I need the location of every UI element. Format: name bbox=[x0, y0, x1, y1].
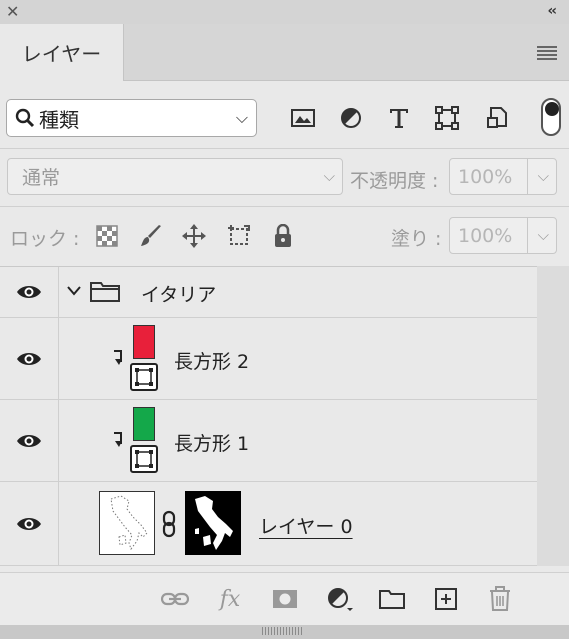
panel-topbar: ✕ ‹‹ bbox=[0, 0, 569, 24]
lock-transparency-icon[interactable] bbox=[94, 223, 120, 249]
link-layers-icon[interactable] bbox=[161, 586, 189, 612]
panel-menu-icon[interactable] bbox=[537, 46, 557, 62]
close-icon[interactable]: ✕ bbox=[6, 3, 19, 21]
adjustment-filter-icon[interactable] bbox=[338, 105, 364, 131]
new-adjustment-icon[interactable] bbox=[326, 586, 354, 612]
lock-row: ロック : 塗り : 100% ⌵ bbox=[0, 206, 569, 266]
lock-label: ロック : bbox=[10, 228, 80, 250]
eye-icon bbox=[17, 352, 41, 365]
opacity-label: 不透明度 : bbox=[350, 170, 439, 192]
eye-icon bbox=[17, 286, 41, 298]
filter-kind-select[interactable]: 種類 ⌵ bbox=[6, 99, 257, 137]
blend-mode-select[interactable]: 通常 ⌵ bbox=[7, 158, 343, 195]
tab-layers[interactable]: レイヤー bbox=[0, 24, 124, 81]
layer-row-rectangle-2[interactable]: 長方形 2 bbox=[0, 318, 537, 400]
chevron-down-icon[interactable]: ⌵ bbox=[538, 226, 549, 244]
layers-list: イタリア 長方形 2 長方形 1 レイヤー 0 bbox=[0, 266, 537, 566]
layer-thumbnail bbox=[130, 325, 158, 393]
panel-resize-handle[interactable] bbox=[0, 625, 569, 639]
new-layer-icon[interactable] bbox=[432, 586, 460, 612]
layer-name[interactable]: 長方形 1 bbox=[174, 429, 249, 456]
image-filter-icon[interactable] bbox=[290, 105, 316, 131]
shape-layer-icon bbox=[130, 363, 158, 391]
clipping-mask-arrow-icon bbox=[114, 432, 122, 447]
clipping-mask-arrow-icon bbox=[114, 350, 122, 365]
eye-icon bbox=[17, 517, 41, 530]
layer-row-rectangle-1[interactable]: 長方形 1 bbox=[0, 400, 537, 482]
add-mask-icon[interactable] bbox=[271, 586, 299, 612]
layer-mask-thumbnail[interactable] bbox=[185, 491, 241, 555]
bottom-toolbar: fx bbox=[0, 572, 569, 625]
layer-thumbnail bbox=[99, 491, 155, 555]
layer-name[interactable]: イタリア bbox=[141, 280, 216, 307]
chevron-down-icon[interactable]: ⌵ bbox=[538, 167, 549, 185]
fill-field[interactable]: 100% ⌵ bbox=[449, 217, 557, 254]
layer-row-layer-0[interactable]: レイヤー 0 bbox=[0, 482, 537, 566]
collapse-panel-icon[interactable]: ‹‹ bbox=[547, 3, 556, 19]
lock-image-pixels-icon[interactable] bbox=[138, 223, 164, 249]
layer-row-group[interactable]: イタリア bbox=[0, 267, 537, 318]
layer-name[interactable]: 長方形 2 bbox=[174, 347, 249, 374]
color-swatch bbox=[133, 407, 155, 441]
type-filter-icon[interactable] bbox=[386, 105, 412, 131]
color-swatch bbox=[133, 325, 155, 359]
shape-filter-icon[interactable] bbox=[434, 105, 460, 131]
blend-row: 通常 ⌵ 不透明度 : 100% ⌵ bbox=[0, 148, 569, 206]
link-chain-icon[interactable] bbox=[161, 510, 177, 538]
fx-icon[interactable]: fx bbox=[216, 586, 244, 612]
layer-name[interactable]: レイヤー 0 bbox=[259, 512, 353, 539]
fill-value: 100% bbox=[458, 224, 513, 247]
tab-bar: レイヤー bbox=[0, 24, 569, 81]
folder-icon bbox=[90, 282, 120, 302]
chevron-down-icon: ⌵ bbox=[323, 167, 335, 185]
fx-label: fx bbox=[219, 586, 241, 612]
lock-artboard-icon[interactable] bbox=[226, 223, 252, 249]
filter-kind-label: 種類 bbox=[39, 107, 79, 132]
grip-icon bbox=[262, 627, 302, 635]
opacity-value: 100% bbox=[458, 165, 513, 188]
fill-label: 塗り : bbox=[391, 228, 442, 250]
lock-all-icon[interactable] bbox=[270, 223, 296, 249]
lock-position-icon[interactable] bbox=[181, 223, 207, 249]
opacity-field[interactable]: 100% ⌵ bbox=[449, 158, 557, 195]
visibility-toggle[interactable] bbox=[0, 400, 59, 481]
shape-layer-icon bbox=[130, 445, 158, 473]
toggle-knob bbox=[545, 102, 559, 116]
visibility-toggle[interactable] bbox=[0, 482, 59, 565]
layer-thumbnail bbox=[130, 407, 158, 475]
layers-scrollbar[interactable] bbox=[537, 266, 569, 566]
chevron-down-icon: ⌵ bbox=[235, 108, 248, 127]
smart-object-filter-icon[interactable] bbox=[484, 105, 510, 131]
visibility-toggle[interactable] bbox=[0, 267, 59, 317]
eye-icon bbox=[17, 434, 41, 447]
delete-icon[interactable] bbox=[486, 586, 514, 612]
visibility-toggle[interactable] bbox=[0, 318, 59, 399]
new-group-icon[interactable] bbox=[378, 586, 406, 612]
filter-toggle[interactable] bbox=[541, 98, 561, 136]
chevron-down-icon[interactable] bbox=[66, 285, 82, 297]
blend-mode-value: 通常 bbox=[22, 167, 61, 189]
filter-row: 種類 ⌵ bbox=[0, 81, 569, 148]
search-icon bbox=[15, 108, 35, 128]
